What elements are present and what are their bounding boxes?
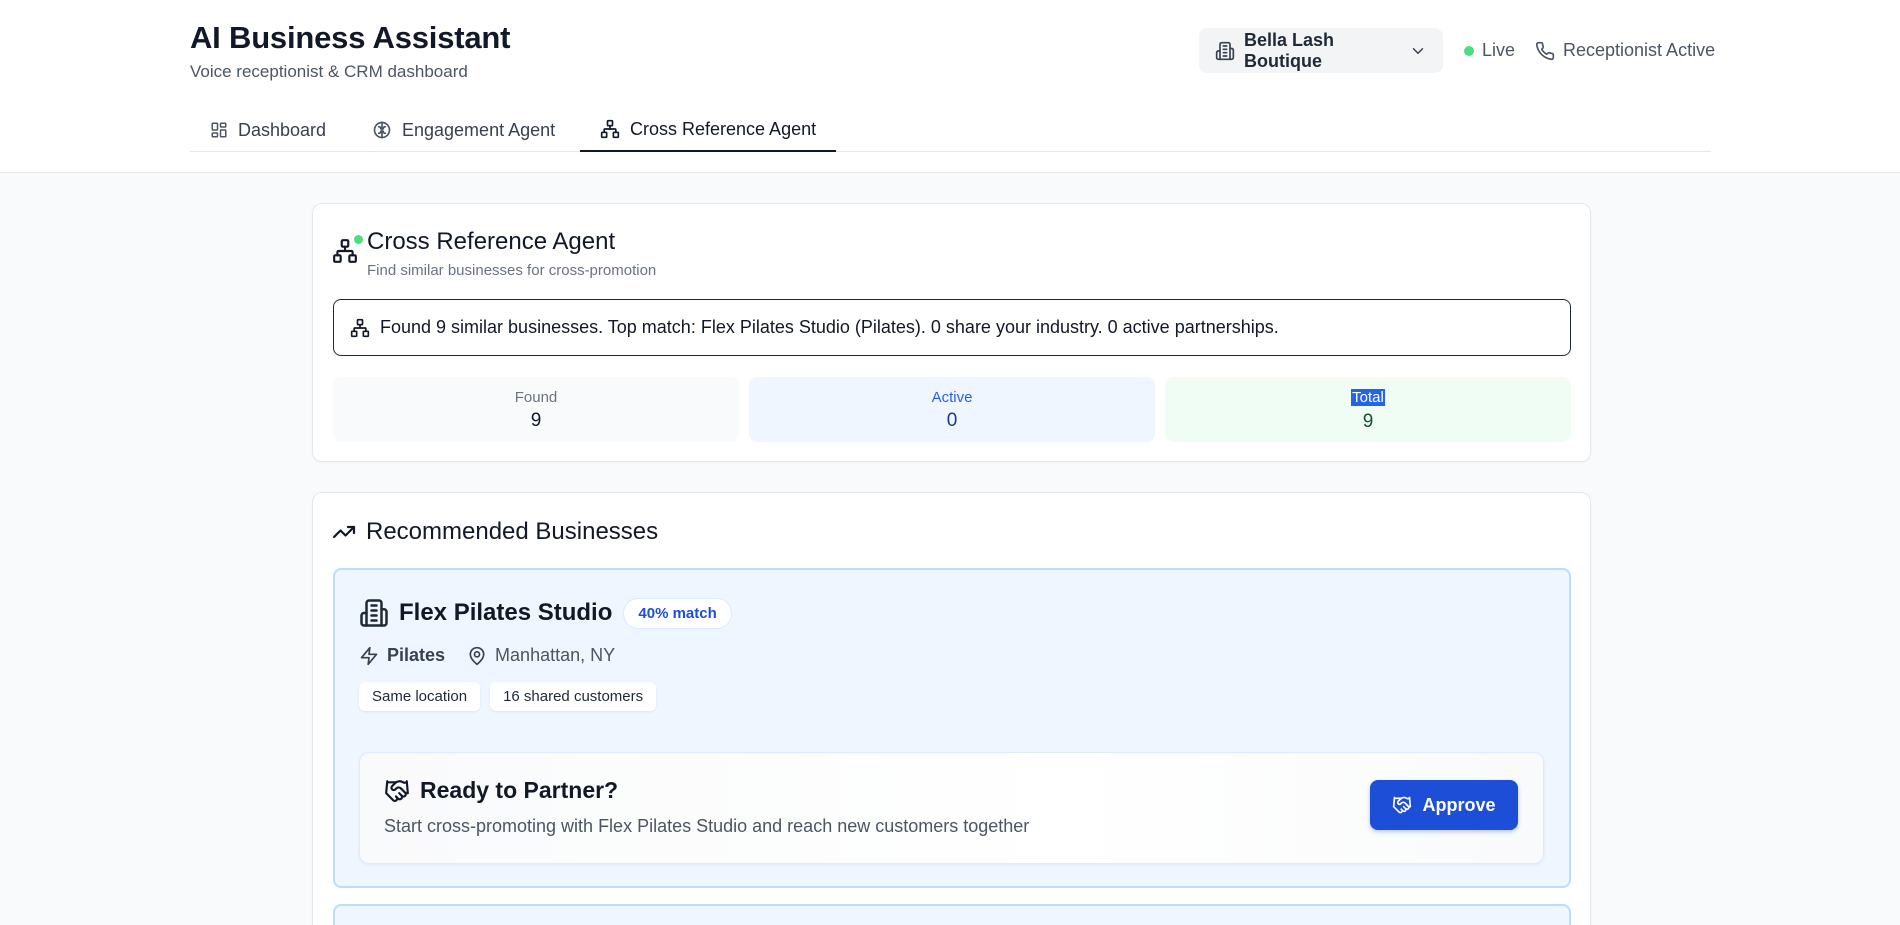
stat-total-label: Total xyxy=(1351,389,1385,406)
business-card[interactable] xyxy=(333,904,1571,925)
stat-total-value: 9 xyxy=(1362,411,1374,432)
stat-found: Found 9 xyxy=(333,377,739,442)
stat-active-label: Active xyxy=(931,389,973,406)
stat-active-value: 0 xyxy=(946,410,958,431)
agent-status-dot xyxy=(354,235,363,244)
business-selector-label: Bella Lash Boutique xyxy=(1244,29,1335,71)
tab-cross-reference-agent-label: Cross Reference Agent xyxy=(630,118,817,139)
business-industry: Pilates xyxy=(387,645,446,665)
receptionist-status-label: Receptionist Active xyxy=(1563,40,1716,60)
agent-summary-text: Found 9 similar businesses. Top match: F… xyxy=(380,317,1279,337)
approve-button[interactable]: Approve xyxy=(1370,780,1518,830)
receptionist-status: Receptionist Active xyxy=(1535,40,1715,61)
tab-cross-reference-agent[interactable]: Cross Reference Agent xyxy=(580,108,837,152)
phone-icon xyxy=(1535,41,1555,61)
network-icon xyxy=(600,119,620,139)
network-icon xyxy=(350,318,370,338)
match-badge: 40% match xyxy=(624,598,731,628)
tab-bar: Dashboard Engagement Agent Cross Referen… xyxy=(190,108,1711,152)
stat-total: Total 9 xyxy=(1165,377,1571,442)
trending-up-icon xyxy=(332,520,356,544)
partner-description: Start cross-promoting with Flex Pilates … xyxy=(384,816,1030,836)
app-subtitle: Voice receptionist & CRM dashboard xyxy=(190,62,468,81)
business-location: Manhattan, NY xyxy=(495,645,616,665)
approve-button-label: Approve xyxy=(1422,794,1496,815)
tab-dashboard-label: Dashboard xyxy=(238,119,327,140)
tab-dashboard[interactable]: Dashboard xyxy=(190,108,346,152)
tab-engagement-agent-label: Engagement Agent xyxy=(402,119,556,140)
map-pin-icon xyxy=(467,646,487,666)
handshake-icon xyxy=(384,778,410,804)
recommended-card: Recommended Businesses Flex Pilates Stud… xyxy=(312,492,1591,925)
network-icon xyxy=(332,238,358,268)
stat-found-value: 9 xyxy=(530,410,542,431)
chevron-down-icon xyxy=(1409,42,1427,60)
business-card[interactable]: Flex Pilates Studio 40% match Pilates Ma… xyxy=(333,568,1571,888)
app-title: AI Business Assistant xyxy=(190,20,511,55)
app-header: AI Business Assistant Voice receptionist… xyxy=(0,0,1900,173)
business-meta: Pilates Manhattan, NY xyxy=(359,645,615,666)
business-name-row: Flex Pilates Studio 40% match xyxy=(359,598,731,628)
business-tags: Same location 16 shared customers xyxy=(359,682,657,711)
recommended-title: Recommended Businesses xyxy=(366,518,659,545)
grid-icon xyxy=(210,121,228,139)
tab-engagement-agent[interactable]: Engagement Agent xyxy=(352,108,575,152)
brain-icon xyxy=(372,120,392,140)
business-selector[interactable]: Bella Lash Boutique xyxy=(1199,28,1443,73)
building-icon xyxy=(1215,41,1235,61)
live-dot xyxy=(1464,45,1474,56)
live-status-label: Live xyxy=(1482,40,1516,60)
agent-card: Cross Reference Agent Find similar busin… xyxy=(312,203,1591,462)
business-name: Flex Pilates Studio xyxy=(399,599,613,626)
tag-shared-customers: 16 shared customers xyxy=(490,682,657,711)
stat-found-label: Found xyxy=(514,389,558,406)
recommended-header: Recommended Businesses xyxy=(332,518,658,546)
agent-subtitle: Find similar businesses for cross-promot… xyxy=(367,262,657,279)
stat-active: Active 0 xyxy=(749,377,1155,442)
tag-same-location: Same location xyxy=(359,682,481,711)
agent-title: Cross Reference Agent xyxy=(367,228,616,255)
live-status: Live xyxy=(1464,40,1515,61)
building-icon xyxy=(359,598,389,628)
zap-icon xyxy=(359,646,379,666)
partner-box: Ready to Partner? Start cross-promoting … xyxy=(359,752,1544,864)
handshake-icon xyxy=(1392,795,1412,815)
partner-title-row: Ready to Partner? xyxy=(384,777,618,804)
partner-title: Ready to Partner? xyxy=(420,777,619,803)
agent-summary: Found 9 similar businesses. Top match: F… xyxy=(333,299,1571,356)
